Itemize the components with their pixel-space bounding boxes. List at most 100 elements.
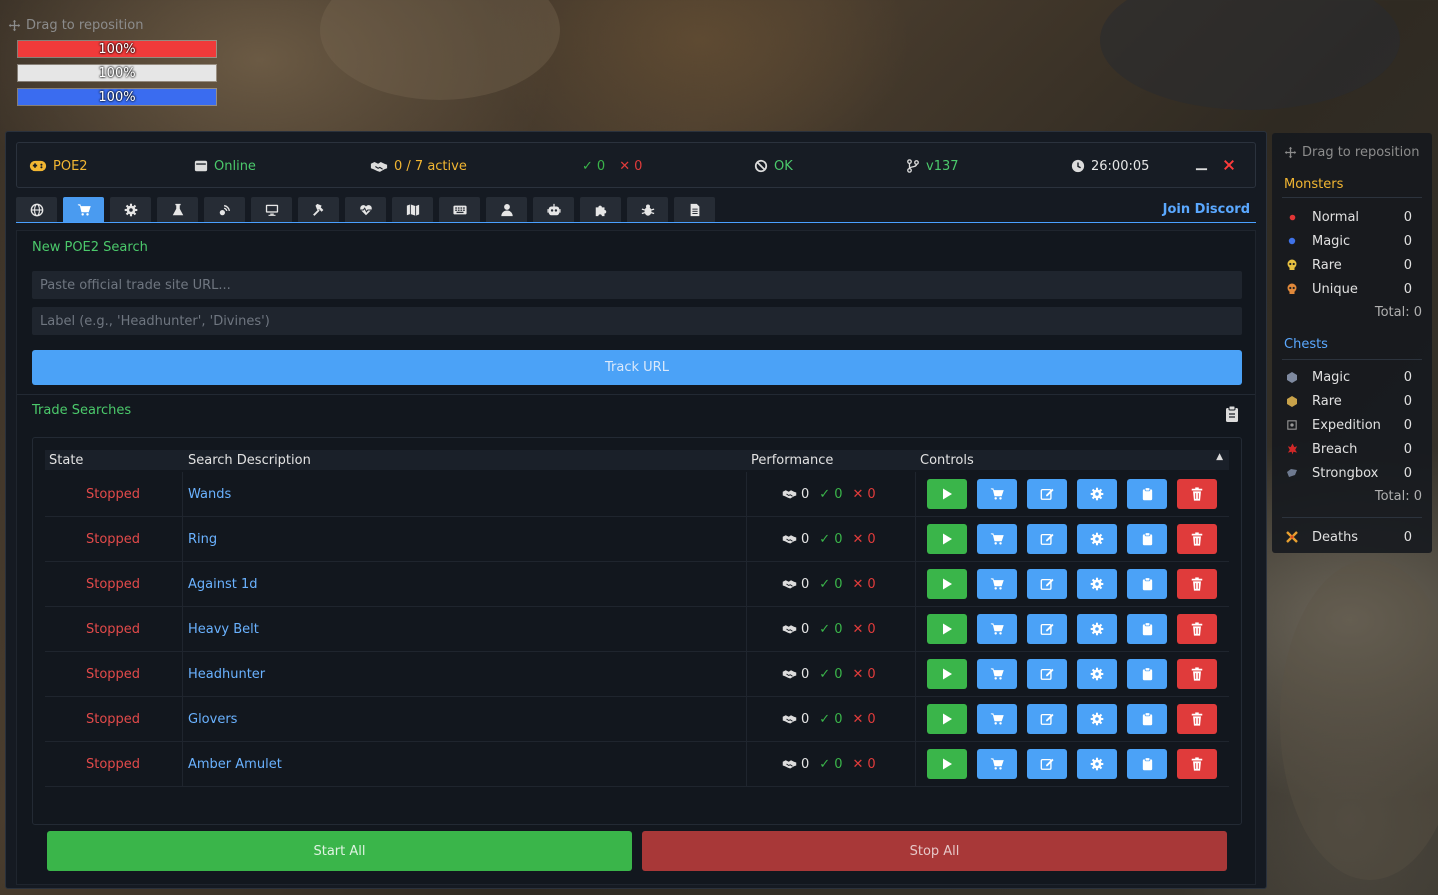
search-description[interactable]: Heavy Belt	[188, 622, 259, 637]
copy-search-button[interactable]	[1127, 659, 1167, 689]
stop-all-button[interactable]: Stop All	[642, 831, 1227, 871]
tab-debug[interactable]	[627, 197, 668, 222]
start-search-button[interactable]	[927, 569, 967, 599]
delete-search-button[interactable]	[1177, 749, 1217, 779]
monster-count: 0	[1403, 281, 1412, 297]
delete-search-button[interactable]	[1177, 524, 1217, 554]
copy-search-button[interactable]	[1127, 524, 1167, 554]
check-icon: ✓	[582, 158, 593, 174]
trade-url-input[interactable]	[32, 271, 1242, 299]
copy-search-button[interactable]	[1127, 614, 1167, 644]
trash-icon	[1191, 622, 1203, 636]
search-settings-button[interactable]	[1077, 749, 1117, 779]
divider	[1282, 517, 1422, 518]
edit-search-button[interactable]	[1027, 524, 1067, 554]
monsters-title: Monsters	[1284, 177, 1344, 192]
chest-label: Magic	[1312, 369, 1351, 385]
yellow-skull-icon	[1284, 257, 1300, 273]
search-settings-button[interactable]	[1077, 659, 1117, 689]
edit-search-button[interactable]	[1027, 704, 1067, 734]
energy-shield-bar-label: 100%	[98, 66, 136, 81]
track-url-button[interactable]: Track URL	[32, 350, 1242, 385]
search-description[interactable]: Ring	[188, 532, 217, 547]
delete-search-button[interactable]	[1177, 614, 1217, 644]
search-performance: 0 ✓ 0 ✕ 0	[782, 712, 876, 727]
monitor-icon	[265, 204, 278, 216]
start-search-button[interactable]	[927, 749, 967, 779]
chest-row-breach: Breach 0	[1284, 438, 1424, 460]
minimize-button[interactable]	[1192, 156, 1210, 174]
drag-handle[interactable]: Drag to reposition	[1284, 145, 1419, 160]
play-icon	[943, 713, 952, 725]
edit-search-button[interactable]	[1027, 614, 1067, 644]
join-discord-link[interactable]: Join Discord	[1163, 202, 1250, 217]
start-search-button[interactable]	[927, 704, 967, 734]
edit-search-button[interactable]	[1027, 479, 1067, 509]
column-separator	[182, 472, 183, 516]
satellite-icon	[219, 204, 230, 215]
search-description[interactable]: Wands	[188, 487, 231, 502]
tab-settings[interactable]	[110, 197, 151, 222]
column-separator	[746, 607, 747, 651]
stats-overlay[interactable]: Drag to reposition Monsters Normal 0 Mag…	[1272, 133, 1432, 553]
tab-monitor[interactable]	[251, 197, 292, 222]
edit-search-button[interactable]	[1027, 569, 1067, 599]
tab-puzzle[interactable]	[580, 197, 621, 222]
copy-search-button[interactable]	[1127, 749, 1167, 779]
drag-handle[interactable]: Drag to reposition	[8, 10, 224, 40]
search-settings-button[interactable]	[1077, 479, 1117, 509]
open-trade-button[interactable]	[977, 479, 1017, 509]
search-settings-button[interactable]	[1077, 569, 1117, 599]
delete-search-button[interactable]	[1177, 659, 1217, 689]
tab-robot[interactable]	[533, 197, 574, 222]
chest-count: 0	[1403, 369, 1412, 385]
search-label-input[interactable]	[32, 307, 1242, 335]
search-description[interactable]: Amber Amulet	[188, 757, 282, 772]
tab-log[interactable]	[674, 197, 715, 222]
start-all-button[interactable]: Start All	[47, 831, 632, 871]
copy-search-button[interactable]	[1127, 479, 1167, 509]
tab-satellite[interactable]	[204, 197, 245, 222]
puzzle-icon	[595, 205, 606, 216]
table-row: Stopped Glovers 0 ✓ 0 ✕ 0	[45, 697, 1229, 742]
resource-bars-overlay[interactable]: Drag to reposition 100% 100% 100%	[8, 10, 224, 122]
tab-hammer[interactable]	[298, 197, 339, 222]
copy-search-button[interactable]	[1127, 704, 1167, 734]
edit-search-button[interactable]	[1027, 659, 1067, 689]
copy-search-button[interactable]	[1127, 569, 1167, 599]
open-trade-button[interactable]	[977, 659, 1017, 689]
edit-search-button[interactable]	[1027, 749, 1067, 779]
search-settings-button[interactable]	[1077, 524, 1117, 554]
sort-up-icon[interactable]: ▲	[1216, 452, 1223, 462]
gear-icon	[1090, 532, 1104, 546]
delete-search-button[interactable]	[1177, 704, 1217, 734]
tab-globe[interactable]	[16, 197, 57, 222]
tab-trade[interactable]	[63, 197, 104, 222]
search-settings-button[interactable]	[1077, 614, 1117, 644]
delete-search-button[interactable]	[1177, 479, 1217, 509]
tab-flask[interactable]	[157, 197, 198, 222]
bug-icon	[641, 203, 654, 216]
close-button[interactable]	[1220, 156, 1238, 174]
start-search-button[interactable]	[927, 659, 967, 689]
search-settings-button[interactable]	[1077, 704, 1117, 734]
tab-keyboard[interactable]	[439, 197, 480, 222]
start-search-button[interactable]	[927, 614, 967, 644]
open-trade-button[interactable]	[977, 614, 1017, 644]
open-trade-button[interactable]	[977, 749, 1017, 779]
copy-all-button[interactable]	[1225, 405, 1239, 423]
search-description[interactable]: Glovers	[188, 712, 237, 727]
search-description[interactable]: Headhunter	[188, 667, 265, 682]
search-description[interactable]: Against 1d	[188, 577, 258, 592]
tab-map[interactable]	[392, 197, 433, 222]
tab-user[interactable]	[486, 197, 527, 222]
delete-search-button[interactable]	[1177, 569, 1217, 599]
start-search-button[interactable]	[927, 479, 967, 509]
start-search-button[interactable]	[927, 524, 967, 554]
open-trade-button[interactable]	[977, 569, 1017, 599]
column-description: Search Description	[188, 452, 311, 468]
tab-heartbeat[interactable]	[345, 197, 386, 222]
open-trade-button[interactable]	[977, 524, 1017, 554]
cart-icon	[990, 623, 1004, 635]
open-trade-button[interactable]	[977, 704, 1017, 734]
